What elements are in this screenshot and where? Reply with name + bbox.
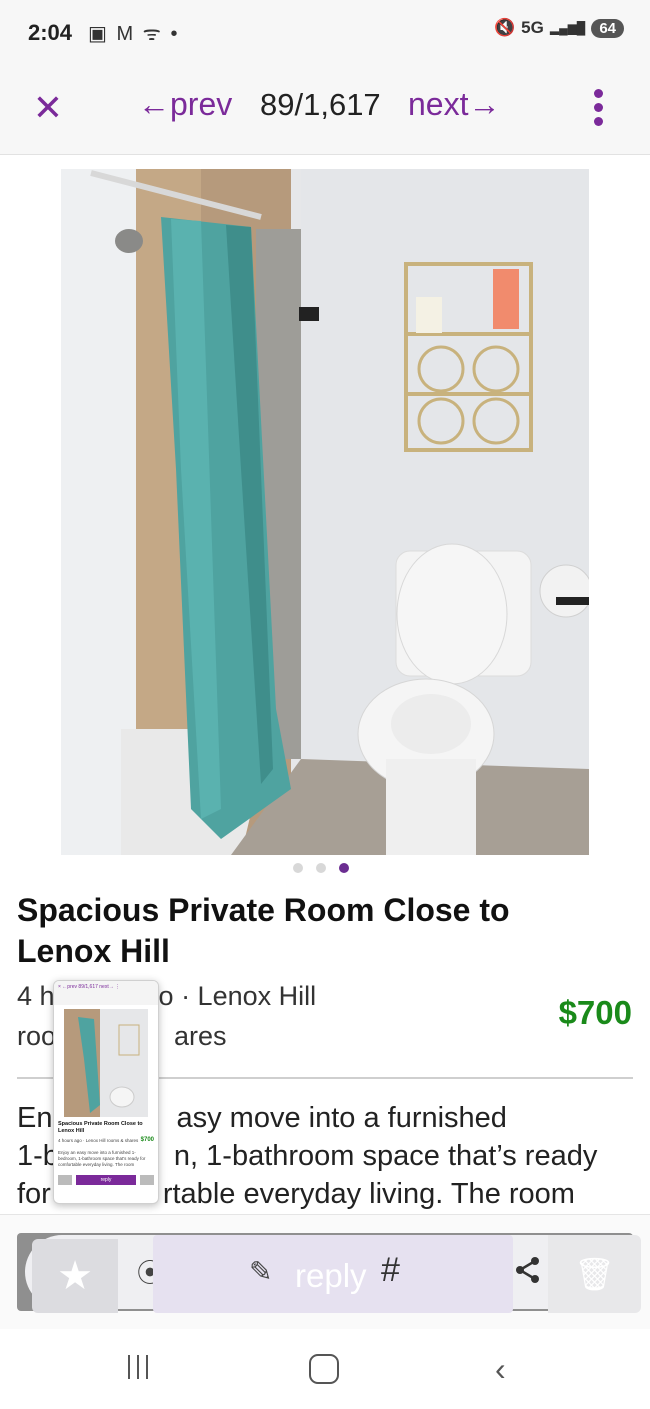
top-toolbar: ✕ ←prev 89/1,617 next→ xyxy=(0,66,650,155)
reply-label: reply xyxy=(295,1257,367,1294)
thumbnail-description: Enjoy an easy move into a furnished 1-be… xyxy=(58,1150,146,1167)
thumbnail-price: $700 xyxy=(140,1137,154,1143)
thumbnail-toolbar: × ←prev 89/1,617 next→ ⋮ xyxy=(54,981,158,1005)
listing-title: Spacious Private Room Close to Lenox Hil… xyxy=(17,892,510,969)
close-icon[interactable]: ✕ xyxy=(30,88,66,128)
screenshot-toolbar: ★ ⦿ ✎ reply # 🗑 xyxy=(25,1235,641,1313)
gallery-dot-1[interactable] xyxy=(293,863,303,873)
status-right: 🔇 5G ▂▄▆█ 64 xyxy=(494,18,624,38)
reply-edit-icon: ✎ xyxy=(249,1256,273,1287)
prev-button[interactable]: ←prev xyxy=(138,86,232,123)
thumbnail-trash xyxy=(140,1175,154,1185)
gallery-dot-2[interactable] xyxy=(316,863,326,873)
desc-fragment: asy move into a furnished xyxy=(176,1102,507,1134)
action-bar: ★ ⦿ ✎ reply # 🗑 xyxy=(0,1214,650,1330)
share-icon[interactable] xyxy=(511,1253,545,1287)
home-icon[interactable] xyxy=(309,1354,339,1384)
status-bar: 2:04 ▣ M ᯤ • 🔇 5G ▂▄▆█ 64 xyxy=(0,0,650,66)
bathroom-photo xyxy=(61,169,589,855)
listing-category-start: roo xyxy=(17,1021,57,1051)
gallery-indicator xyxy=(293,863,349,873)
listing-price: $700 xyxy=(558,994,632,1031)
desc-fragment: rtable everyday living. The room xyxy=(162,1178,575,1210)
thumbnail-photo xyxy=(64,1009,148,1117)
action-bar-inner: ★ ⦿ ✎ reply # 🗑 xyxy=(17,1233,641,1313)
thumbnail-reply: reply xyxy=(76,1175,136,1185)
listing-location: o · Lenox Hill xyxy=(158,981,317,1011)
result-counter: 89/1,617 xyxy=(260,87,381,122)
battery-icon: 64 xyxy=(591,18,624,38)
screenshot-thumbnail[interactable]: × ←prev 89/1,617 next→ ⋮ Spacious Privat… xyxy=(53,980,159,1204)
thumbnail-title: Spacious Private Room Close to Lenox Hil… xyxy=(58,1121,143,1134)
listing-photo[interactable] xyxy=(61,169,589,855)
recent-apps-icon[interactable] xyxy=(128,1355,155,1384)
system-nav-bar: ‹ xyxy=(0,1329,650,1409)
desc-fragment: n, 1-bathroom space that’s ready xyxy=(173,1140,598,1172)
network-label: 5G xyxy=(521,18,544,37)
more-vert-icon[interactable] xyxy=(588,86,608,132)
mute-icon: 🔇 xyxy=(493,18,516,37)
signal-icon: ▂▄▆█ xyxy=(549,21,586,35)
reply-button[interactable]: ✎ reply # xyxy=(153,1235,513,1313)
gallery-dot-3[interactable] xyxy=(339,863,349,873)
thumbnail-actions: reply xyxy=(58,1175,154,1185)
back-icon[interactable]: ‹ xyxy=(495,1351,506,1388)
star-icon[interactable]: ★ xyxy=(32,1239,118,1313)
status-time: 2:04 xyxy=(28,20,73,45)
listing-time: 4 h xyxy=(17,981,55,1011)
thumbnail-star xyxy=(58,1175,72,1185)
hashtag-button[interactable]: # xyxy=(381,1251,400,1290)
desc-fragment: for xyxy=(17,1178,51,1210)
trash-icon[interactable]: 🗑 xyxy=(548,1235,641,1313)
desc-fragment: En xyxy=(17,1102,53,1134)
status-notification-icons: ▣ M ᯤ • xyxy=(88,23,180,45)
next-button[interactable]: next→ xyxy=(408,86,500,123)
listing-category-end: ares xyxy=(174,1021,227,1051)
